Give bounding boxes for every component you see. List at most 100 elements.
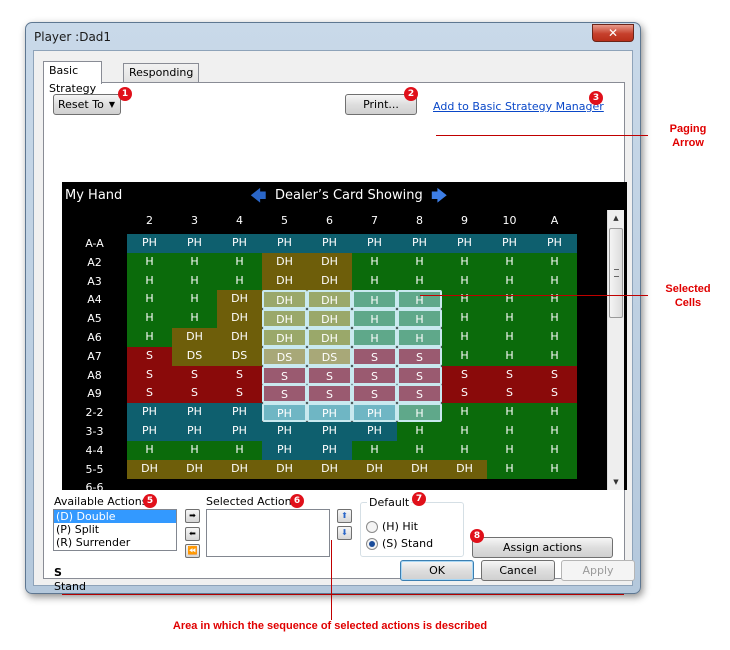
strategy-cell[interactable]: H	[532, 403, 577, 423]
strategy-cell[interactable]: H	[442, 403, 487, 423]
strategy-cell[interactable]: PH	[352, 403, 397, 423]
strategy-cell[interactable]: H	[442, 290, 487, 310]
strategy-cell[interactable]: H	[352, 440, 397, 460]
strategy-cell[interactable]: H	[127, 290, 172, 310]
strategy-cell[interactable]: H	[352, 290, 397, 310]
close-button[interactable]: ✕	[592, 24, 634, 42]
strategy-cell[interactable]: S	[352, 365, 397, 385]
strategy-cell[interactable]: PH	[217, 422, 262, 441]
strategy-cell[interactable]: S	[262, 365, 307, 385]
strategy-cell[interactable]: H	[442, 440, 487, 460]
strategy-cell[interactable]: H	[352, 328, 397, 347]
strategy-cell[interactable]: DH	[307, 328, 352, 347]
strategy-cell[interactable]: DH	[262, 328, 307, 347]
strategy-cell[interactable]: PH	[352, 234, 397, 253]
column-header[interactable]: 2	[127, 214, 172, 227]
column-header[interactable]: 6	[307, 214, 352, 227]
move-down-button[interactable]: ⬇	[337, 526, 352, 540]
strategy-cell[interactable]: S	[532, 384, 577, 404]
strategy-cell[interactable]: DH	[172, 328, 217, 347]
strategy-cell[interactable]: DS	[172, 346, 217, 366]
column-header[interactable]: A	[532, 214, 577, 227]
strategy-cell[interactable]: PH	[397, 234, 442, 253]
row-header[interactable]: A6	[62, 331, 127, 344]
strategy-cell[interactable]: DH	[352, 459, 397, 479]
strategy-cell[interactable]: PH	[217, 403, 262, 423]
strategy-cell[interactable]: S	[172, 365, 217, 385]
strategy-cell[interactable]: H	[487, 309, 532, 329]
strategy-cell[interactable]: PH	[262, 440, 307, 460]
strategy-cell[interactable]: DH	[307, 459, 352, 479]
strategy-cell[interactable]: PH	[127, 234, 172, 253]
strategy-cell[interactable]: PH	[127, 422, 172, 441]
strategy-cell[interactable]: DH	[217, 328, 262, 347]
strategy-cell[interactable]: H	[487, 271, 532, 291]
strategy-cell[interactable]: H	[487, 328, 532, 347]
row-header[interactable]: A8	[62, 369, 127, 382]
hit-radio[interactable]	[366, 521, 378, 533]
strategy-cell[interactable]: S	[217, 365, 262, 385]
strategy-cell[interactable]: DH	[307, 271, 352, 291]
strategy-cell[interactable]: H	[532, 422, 577, 441]
column-header[interactable]: 9	[442, 214, 487, 227]
strategy-cell[interactable]: H	[532, 328, 577, 347]
available-action-item[interactable]: (R) Surrender	[54, 536, 176, 549]
strategy-cell[interactable]: H	[442, 309, 487, 329]
strategy-cell[interactable]: DH	[262, 271, 307, 291]
ok-button[interactable]: OK	[400, 560, 474, 581]
strategy-cell[interactable]: PH	[352, 422, 397, 441]
strategy-cell[interactable]: DH	[262, 290, 307, 310]
add-to-basic-strategy-manager-link[interactable]: Add to Basic Strategy Manager	[433, 100, 604, 113]
strategy-cell[interactable]: PH	[172, 234, 217, 253]
strategy-cell[interactable]: DH	[397, 459, 442, 479]
column-header[interactable]: 5	[262, 214, 307, 227]
strategy-cell[interactable]: S	[217, 384, 262, 404]
strategy-cell[interactable]: PH	[127, 403, 172, 423]
scroll-down-icon[interactable]: ▼	[608, 474, 624, 490]
row-header[interactable]: A5	[62, 312, 127, 325]
strategy-cell[interactable]: DS	[262, 346, 307, 366]
strategy-cell[interactable]: S	[307, 365, 352, 385]
strategy-cell[interactable]: H	[532, 309, 577, 329]
strategy-cell[interactable]: DH	[262, 252, 307, 272]
stand-radio[interactable]	[366, 538, 378, 550]
strategy-cell[interactable]: H	[127, 328, 172, 347]
strategy-cell[interactable]: H	[172, 309, 217, 329]
title-bar[interactable]: Player :Dad1 ✕	[26, 23, 640, 49]
strategy-cell[interactable]: DH	[217, 459, 262, 479]
strategy-cell[interactable]: S	[442, 384, 487, 404]
strategy-cell[interactable]: H	[352, 271, 397, 291]
selected-actions-list[interactable]	[206, 509, 330, 557]
strategy-cell[interactable]: H	[397, 422, 442, 441]
strategy-cell[interactable]: DH	[307, 290, 352, 310]
strategy-cell[interactable]: PH	[307, 422, 352, 441]
strategy-cell[interactable]: H	[442, 422, 487, 441]
strategy-cell[interactable]: DH	[307, 252, 352, 272]
strategy-cell[interactable]: DS	[307, 346, 352, 366]
add-action-button[interactable]: ➡	[185, 509, 200, 523]
strategy-cell[interactable]: H	[172, 271, 217, 291]
strategy-cell[interactable]: H	[532, 346, 577, 366]
strategy-cell[interactable]: H	[127, 440, 172, 460]
strategy-cell[interactable]: H	[532, 290, 577, 310]
strategy-cell[interactable]: H	[217, 252, 262, 272]
strategy-cell[interactable]: H	[127, 252, 172, 272]
strategy-cell[interactable]: S	[487, 384, 532, 404]
row-header[interactable]: 4-4	[62, 444, 127, 457]
move-up-button[interactable]: ⬆	[337, 509, 352, 523]
strategy-cell[interactable]: H	[217, 440, 262, 460]
strategy-cell[interactable]: DH	[172, 459, 217, 479]
strategy-cell[interactable]: H	[487, 252, 532, 272]
strategy-cell[interactable]: DH	[127, 459, 172, 479]
strategy-cell[interactable]: H	[487, 422, 532, 441]
strategy-cell[interactable]: H	[352, 252, 397, 272]
strategy-cell[interactable]: H	[532, 459, 577, 479]
strategy-cell[interactable]: H	[442, 346, 487, 366]
page-left-arrow-icon[interactable]: 🡄	[250, 188, 267, 204]
assign-actions-button[interactable]: Assign actions	[472, 537, 613, 558]
row-header[interactable]: A3	[62, 275, 127, 288]
available-actions-list[interactable]: (D) Double (P) Split (R) Surrender	[53, 509, 177, 551]
row-header[interactable]: A7	[62, 350, 127, 363]
strategy-cell[interactable]: PH	[262, 422, 307, 441]
strategy-cell[interactable]: H	[442, 328, 487, 347]
